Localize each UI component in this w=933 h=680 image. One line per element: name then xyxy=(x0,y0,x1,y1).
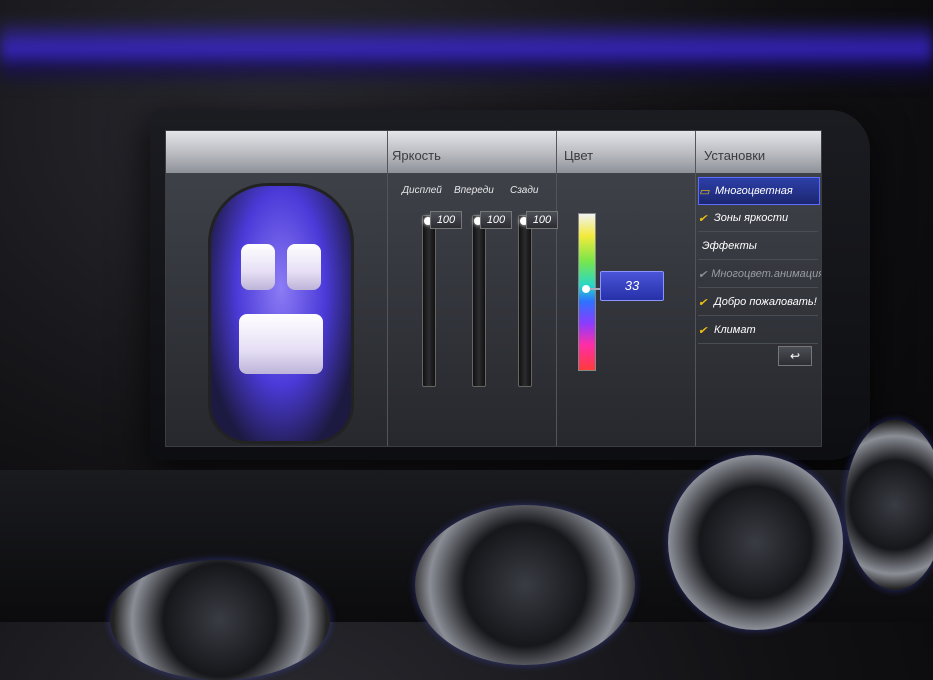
menu-item-climate[interactable]: ✔ Климат xyxy=(698,317,818,344)
front-brightness-slider[interactable] xyxy=(472,215,486,387)
air-vent xyxy=(110,560,330,680)
front-brightness-value: 100 xyxy=(480,211,512,229)
menu-item-welcome[interactable]: ✔ Добро пожаловать! xyxy=(698,289,818,316)
menu-item-label: Многоцвет.анимация xyxy=(711,268,822,280)
section-title-brightness: Яркость xyxy=(392,148,441,163)
display-brightness-slider[interactable] xyxy=(422,215,436,387)
menu-item-label: Добро пожаловать! xyxy=(714,296,817,308)
section-title-settings: Установки xyxy=(704,148,766,163)
menu-item-effects[interactable]: Эффекты xyxy=(698,233,818,260)
rear-brightness-slider[interactable] xyxy=(518,215,532,387)
rear-brightness-value: 100 xyxy=(526,211,558,229)
menu-item-label: Многоцветная xyxy=(715,185,793,197)
checkbox-empty-icon: ▭ xyxy=(699,185,710,198)
ambient-light-strip xyxy=(0,18,933,88)
checkmark-icon: ✔ xyxy=(698,296,708,309)
front-right-seat xyxy=(287,244,321,290)
air-vent xyxy=(668,455,843,630)
checkmark-icon: ✔ xyxy=(698,268,708,281)
menu-item-multicolor-animation[interactable]: ✔ Многоцвет.анимация xyxy=(698,261,821,288)
menu-item-brightness-zones[interactable]: ✔ Зоны яркости xyxy=(698,205,818,232)
slider-label-rear: Сзади xyxy=(510,185,539,196)
air-vent xyxy=(415,505,635,665)
divider xyxy=(695,131,696,446)
display-brightness-value: 100 xyxy=(430,211,462,229)
menu-item-label: Климат xyxy=(714,324,756,336)
back-arrow-icon: ↩ xyxy=(789,349,801,363)
menu-item-label: Эффекты xyxy=(702,240,757,252)
color-connector xyxy=(590,288,600,290)
section-title-color: Цвет xyxy=(564,148,594,163)
front-left-seat xyxy=(241,244,275,290)
car-interior-illustration xyxy=(208,183,354,444)
slider-label-front: Впереди xyxy=(454,185,494,196)
menu-item-label: Зоны яркости xyxy=(714,212,789,224)
color-knob[interactable] xyxy=(582,285,590,293)
divider xyxy=(556,131,557,446)
menu-item-multicolor[interactable]: ▭ Многоцветная xyxy=(698,177,820,205)
checkmark-icon: ✔ xyxy=(698,212,708,225)
back-button[interactable]: ↩ xyxy=(778,346,812,366)
rear-seat xyxy=(239,314,323,374)
ambient-lighting-screen: Яркость Цвет Установки Дисплей Впереди С… xyxy=(165,130,822,447)
color-value: 33 xyxy=(600,271,664,301)
divider xyxy=(387,131,388,446)
slider-label-display: Дисплей xyxy=(402,185,442,196)
checkmark-icon: ✔ xyxy=(698,324,708,337)
